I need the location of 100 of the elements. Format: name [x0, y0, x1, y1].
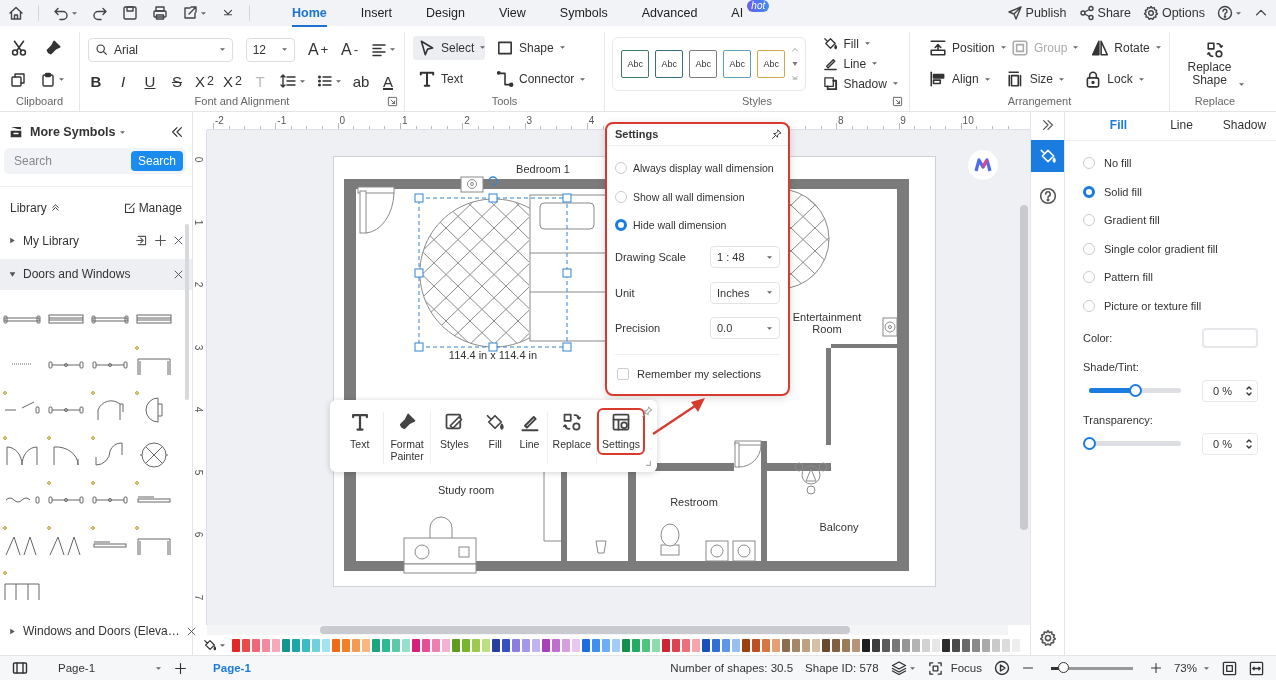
checkbox-label: Remember my selections	[637, 368, 762, 380]
arrange-button[interactable]: Align	[924, 67, 1000, 92]
shape-count: Number of shapes: 30.5	[670, 662, 794, 674]
tool-button[interactable]: Connector	[491, 67, 591, 92]
group-label: Styles	[741, 95, 773, 109]
style-swatch[interactable]: Abc	[655, 49, 684, 78]
ruler-number: 4	[193, 406, 205, 413]
ruler-number: 2	[193, 281, 205, 288]
panel-tab[interactable]: Fill	[1087, 118, 1150, 132]
field-label: Drawing Scale	[615, 251, 686, 264]
arrange-button[interactable]: Position	[924, 35, 1004, 60]
field-label: Precision	[615, 322, 661, 335]
ruler-number: 1	[193, 219, 205, 225]
ruler-number: 6	[193, 531, 205, 538]
style-swatch[interactable]: Abc	[621, 49, 650, 78]
group-label: Font and Alignment	[193, 95, 291, 109]
shade-label: Shade/Tint:	[1082, 360, 1140, 375]
format-button[interactable]: I	[115, 72, 131, 90]
group-label: Replace	[1193, 95, 1237, 109]
dimension-option[interactable]: Always display wall dimension	[607, 154, 788, 183]
tool-button[interactable]: Text	[413, 67, 485, 92]
ruler-number: 1	[401, 115, 408, 126]
toolbar-button[interactable]: Text	[336, 408, 384, 455]
group-label: Clipboard	[14, 95, 65, 109]
share-button[interactable]: Share	[1078, 5, 1131, 21]
panel-tab[interactable]: Shadow	[1213, 118, 1276, 132]
menu-tab[interactable]: View	[498, 0, 526, 27]
transparency-label: Transparency:	[1082, 413, 1154, 428]
library-section[interactable]: Windows and Doors (Eleva…	[0, 615, 192, 647]
ruler-number: 3	[193, 344, 205, 350]
style-swatch[interactable]: Abc	[689, 49, 718, 78]
dimension-label: 114.4 in x 114.4 in	[448, 349, 538, 361]
fill-option[interactable]: No fill	[1065, 149, 1276, 178]
tool-button[interactable]: Select	[413, 35, 485, 60]
format-button[interactable]: S	[169, 72, 185, 90]
publish-button[interactable]: Publish	[1006, 5, 1067, 21]
menu-tab[interactable]: AI	[731, 0, 744, 27]
fill-option[interactable]: Solid fill	[1065, 177, 1276, 206]
ruler-number: 9	[900, 115, 906, 126]
fill-option[interactable]: Picture or texture fill	[1065, 291, 1276, 320]
format-button[interactable]: B	[88, 72, 104, 90]
replace-shape-button[interactable]: Replace Shape	[1180, 37, 1250, 90]
font-field[interactable]: Arial	[88, 37, 233, 62]
dimension-option[interactable]: Show all wall dimension	[607, 182, 788, 211]
ruler-number: 3	[526, 115, 533, 126]
color-label: Color:	[1083, 331, 1113, 344]
menu-tab[interactable]: Symbols	[559, 0, 608, 27]
case-button[interactable]: ab	[353, 72, 369, 90]
dropdown-field[interactable]: 0.0	[710, 317, 780, 340]
page-dropdown[interactable]: Page-1	[40, 662, 163, 674]
library-section[interactable]: Doors and Windows	[0, 258, 192, 291]
toolbar-button[interactable]: Settings	[597, 408, 645, 455]
focus-button[interactable]: Focus	[927, 660, 982, 676]
zoom-dropdown[interactable]: 73%	[1173, 662, 1210, 674]
tool-button[interactable]: Shape	[491, 35, 591, 60]
menu-tab[interactable]: Advanced	[641, 0, 698, 27]
menu-tab[interactable]: Home	[292, 0, 327, 27]
library-title-button[interactable]: More Symbols	[30, 125, 127, 139]
menu-tab[interactable]: Design	[426, 0, 465, 27]
room-label: Study room	[437, 484, 495, 496]
toolbar-button[interactable]: Replace	[547, 408, 597, 455]
dropdown-field[interactable]: Inches	[710, 281, 780, 304]
toolbar-button[interactable]: Fill	[478, 408, 513, 455]
manage-button[interactable]: Manage	[138, 200, 182, 215]
ruler-number: 8	[838, 115, 844, 126]
fill-option[interactable]: Single color gradient fill	[1065, 234, 1276, 263]
room-label: Restroom	[670, 496, 718, 508]
page-tab[interactable]: Page-1	[213, 662, 251, 674]
toolbar-button[interactable]: Styles	[430, 408, 479, 455]
toolbar-button[interactable]: Format Painter	[384, 408, 430, 467]
popup-title: Settings	[615, 128, 659, 140]
format-button[interactable]: U	[142, 72, 158, 90]
menu-tab[interactable]: Insert	[360, 0, 392, 27]
style-option-button[interactable]: Line	[820, 55, 902, 72]
field-label: Unit	[615, 286, 635, 299]
arrange-button[interactable]: Rotate	[1086, 35, 1167, 60]
group-label: Arrangement	[1006, 95, 1073, 109]
fill-option[interactable]: Pattern fill	[1065, 263, 1276, 292]
fill-option[interactable]: Gradient fill	[1065, 206, 1276, 235]
ruler-number: 7	[193, 594, 205, 600]
panel-tab[interactable]: Line	[1150, 118, 1213, 132]
style-swatch[interactable]: Abc	[757, 49, 786, 78]
arrange-button[interactable]: Size	[1001, 67, 1078, 92]
dropdown-field[interactable]: 1 : 48	[710, 246, 780, 269]
dimension-option[interactable]: Hide wall dimension	[607, 211, 788, 240]
toolbar-button[interactable]: Line	[512, 408, 547, 455]
ruler-number: 5	[193, 469, 205, 475]
room-label: Balcony	[819, 521, 859, 533]
style-option-button[interactable]: Shadow	[820, 75, 902, 92]
style-swatch[interactable]: Abc	[723, 49, 752, 78]
size-field[interactable]: 12	[245, 37, 296, 62]
ruler-number: 4	[588, 115, 595, 126]
font-color-button[interactable]: A	[380, 72, 396, 90]
style-option-button[interactable]: Fill	[820, 35, 902, 52]
arrange-button[interactable]: Lock	[1079, 67, 1155, 92]
library-section[interactable]: My Library	[0, 224, 192, 257]
room-label: Bedroom 1	[516, 163, 570, 175]
options-button[interactable]: Options	[1142, 5, 1205, 21]
number-field[interactable]: 0 %	[1202, 379, 1258, 402]
number-field[interactable]: 0 %	[1202, 432, 1258, 455]
